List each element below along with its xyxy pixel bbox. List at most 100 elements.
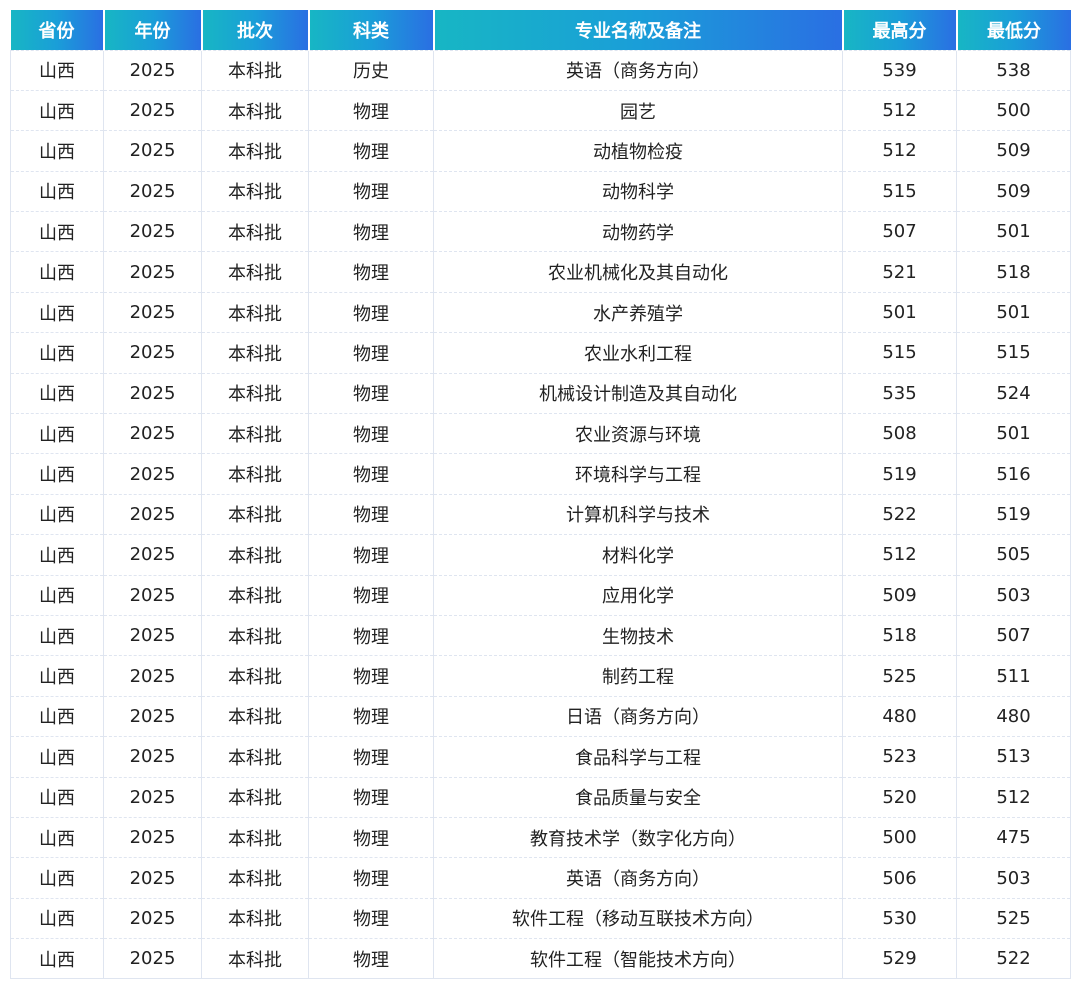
table-row: 山西 2025 本科批 物理 应用化学 509 503 xyxy=(10,574,1071,616)
table-row: 山西 2025 本科批 物理 日语（商务方向） 480 480 xyxy=(10,695,1071,738)
cell-min-score: 512 xyxy=(956,776,1071,818)
table-row: 山西 2025 本科批 物理 制药工程 525 511 xyxy=(10,655,1071,697)
cell-province: 山西 xyxy=(10,49,104,91)
admission-scores-table: 省份 年份 批次 科类 专业名称及备注 最高分 最低分 山西 2025 本科批 历史英… xyxy=(10,10,1071,980)
cell-max-score: 521 xyxy=(842,251,957,293)
cell-subject: 物理 xyxy=(308,332,434,374)
cell-province: 山西 xyxy=(10,251,104,293)
cell-batch: 本科批 xyxy=(201,857,309,899)
cell-major: 农业水利工程 xyxy=(433,332,843,374)
cell-batch: 本科批 xyxy=(201,251,309,293)
cell-min-score: 519 xyxy=(956,493,1071,536)
cell-province: 山西 xyxy=(10,574,104,616)
cell-min-score: 501 xyxy=(956,211,1071,253)
cell-max-score: 512 xyxy=(842,130,957,172)
cell-province: 山西 xyxy=(10,170,104,213)
cell-year: 2025 xyxy=(103,130,202,172)
cell-min-score: 518 xyxy=(956,251,1071,293)
cell-max-score: 518 xyxy=(842,614,957,657)
cell-min-score: 509 xyxy=(956,130,1071,172)
cell-subject: 物理 xyxy=(308,291,434,334)
cell-province: 山西 xyxy=(10,857,104,899)
table-row: 山西 2025 本科批 物理 动物药学 507 501 xyxy=(10,211,1071,253)
cell-batch: 本科批 xyxy=(201,614,309,657)
cell-province: 山西 xyxy=(10,695,104,738)
cell-subject: 物理 xyxy=(308,938,434,980)
cell-batch: 本科批 xyxy=(201,372,309,415)
cell-major: 生物技术 xyxy=(433,614,843,657)
cell-major: 软件工程（移动互联技术方向） xyxy=(433,897,843,940)
cell-major: 食品科学与工程 xyxy=(433,736,843,778)
cell-major: 制药工程 xyxy=(433,655,843,697)
cell-year: 2025 xyxy=(103,857,202,899)
cell-province: 山西 xyxy=(10,130,104,172)
cell-major: 教育技术学（数字化方向） xyxy=(433,816,843,859)
cell-max-score: 523 xyxy=(842,736,957,778)
cell-major: 水产养殖学 xyxy=(433,291,843,334)
cell-major: 动物药学 xyxy=(433,211,843,253)
cell-min-score: 480 xyxy=(956,695,1071,738)
cell-subject: 物理 xyxy=(308,614,434,657)
cell-year: 2025 xyxy=(103,291,202,334)
cell-major: 机械设计制造及其自动化 xyxy=(433,372,843,415)
cell-major: 动物科学 xyxy=(433,170,843,213)
cell-batch: 本科批 xyxy=(201,493,309,536)
cell-province: 山西 xyxy=(10,211,104,253)
table-row: 山西 2025 本科批 物理 园艺 512 500 xyxy=(10,89,1071,132)
table-row: 山西 2025 本科批 物理 食品科学与工程 523 513 xyxy=(10,736,1071,778)
cell-batch: 本科批 xyxy=(201,816,309,859)
cell-year: 2025 xyxy=(103,453,202,495)
cell-max-score: 512 xyxy=(842,534,957,576)
cell-major: 计算机科学与技术 xyxy=(433,493,843,536)
cell-major: 英语（商务方向） xyxy=(433,857,843,899)
cell-subject: 物理 xyxy=(308,655,434,697)
cell-max-score: 519 xyxy=(842,453,957,495)
table-row: 山西 2025 本科批 物理 计算机科学与技术 522 519 xyxy=(10,493,1071,536)
table-row: 山西 2025 本科批 物理 食品质量与安全 520 512 xyxy=(10,776,1071,818)
cell-batch: 本科批 xyxy=(201,695,309,738)
cell-major: 动植物检疫 xyxy=(433,130,843,172)
cell-max-score: 515 xyxy=(842,332,957,374)
cell-province: 山西 xyxy=(10,493,104,536)
cell-min-score: 511 xyxy=(956,655,1071,697)
cell-province: 山西 xyxy=(10,938,104,980)
cell-major: 日语（商务方向） xyxy=(433,695,843,738)
table-header-row: 省份 年份 批次 科类 专业名称及备注 最高分 最低分 xyxy=(10,10,1071,50)
cell-batch: 本科批 xyxy=(201,332,309,374)
cell-batch: 本科批 xyxy=(201,938,309,980)
header-subject: 科类 xyxy=(308,10,435,50)
cell-subject: 物理 xyxy=(308,776,434,818)
table-row: 山西 2025 本科批 物理 水产养殖学 501 501 xyxy=(10,291,1071,334)
table-row: 山西 2025 本科批 物理 环境科学与工程 519 516 xyxy=(10,453,1071,495)
cell-subject: 物理 xyxy=(308,89,434,132)
cell-min-score: 513 xyxy=(956,736,1071,778)
admission-scores-table-container: 省份 年份 批次 科类 专业名称及备注 最高分 最低分 山西 2025 本科批 历史英… xyxy=(10,10,1071,980)
cell-year: 2025 xyxy=(103,614,202,657)
cell-major: 软件工程（智能技术方向） xyxy=(433,938,843,980)
cell-major: 材料化学 xyxy=(433,534,843,576)
table-row: 山西 2025 本科批 物理 教育技术学（数字化方向） 500 475 xyxy=(10,816,1071,859)
cell-subject: 物理 xyxy=(308,130,434,172)
cell-min-score: 503 xyxy=(956,857,1071,899)
cell-min-score: 522 xyxy=(956,938,1071,980)
cell-province: 山西 xyxy=(10,534,104,576)
cell-year: 2025 xyxy=(103,251,202,293)
cell-max-score: 501 xyxy=(842,291,957,334)
table-row: 山西 2025 本科批 物理 动植物检疫 512 509 xyxy=(10,130,1071,172)
cell-year: 2025 xyxy=(103,372,202,415)
cell-province: 山西 xyxy=(10,89,104,132)
cell-province: 山西 xyxy=(10,291,104,334)
cell-batch: 本科批 xyxy=(201,49,309,91)
cell-province: 山西 xyxy=(10,816,104,859)
table-row: 山西 2025 本科批 物理 英语（商务方向） 506 503 xyxy=(10,857,1071,899)
cell-batch: 本科批 xyxy=(201,736,309,778)
cell-batch: 本科批 xyxy=(201,130,309,172)
cell-min-score: 524 xyxy=(956,372,1071,415)
cell-province: 山西 xyxy=(10,332,104,374)
cell-batch: 本科批 xyxy=(201,534,309,576)
cell-max-score: 520 xyxy=(842,776,957,818)
cell-max-score: 529 xyxy=(842,938,957,980)
cell-batch: 本科批 xyxy=(201,170,309,213)
cell-province: 山西 xyxy=(10,736,104,778)
cell-province: 山西 xyxy=(10,413,104,455)
